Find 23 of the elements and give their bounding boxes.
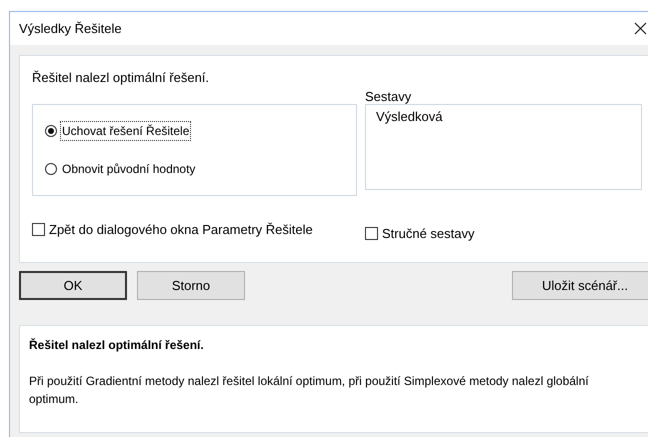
radio-option[interactable]: Obnovit původní hodnoty <box>45 160 344 178</box>
message-text: Při použití Gradientní metody nalezl řešitel lokální optimum, při použití Simplexové metody nalezl globální optimum. <box>29 373 590 408</box>
dialog-button[interactable]: OK <box>19 271 127 300</box>
window-title: Výsledky Řešitele <box>19 20 122 38</box>
checkbox-label: Stručné sestavy <box>382 224 474 243</box>
checkbox[interactable]: Stručné sestavy <box>365 224 474 243</box>
reports-label: Sestavy <box>365 90 412 104</box>
checkbox-box[interactable] <box>365 226 378 240</box>
reports-list[interactable]: Výsledková <box>365 104 642 190</box>
checkbox-box[interactable] <box>32 222 45 236</box>
radio-label: Obnovit původní hodnoty <box>61 160 196 178</box>
checkbox[interactable]: Zpět do dialogového okna Parametry Řešitele <box>32 220 365 239</box>
dialog-button[interactable]: Storno <box>137 271 245 300</box>
radio-label: Uchovat řešení Řešitele <box>61 122 190 140</box>
radio-option[interactable]: Uchovat řešení Řešitele <box>45 122 344 140</box>
close-icon[interactable] <box>634 22 647 35</box>
message-title: Řešitel nalezl optimální řešení. <box>29 337 205 354</box>
radio-button[interactable] <box>45 124 57 136</box>
list-item[interactable]: Výsledková <box>376 106 631 126</box>
checkbox-label: Zpět do dialogového okna Parametry Řešitele <box>49 220 313 239</box>
status-text: Řešitel nalezl optimální řešení. <box>32 69 210 87</box>
dialog-button[interactable]: Uložit scénář... <box>512 271 648 300</box>
radio-button[interactable] <box>45 162 57 174</box>
